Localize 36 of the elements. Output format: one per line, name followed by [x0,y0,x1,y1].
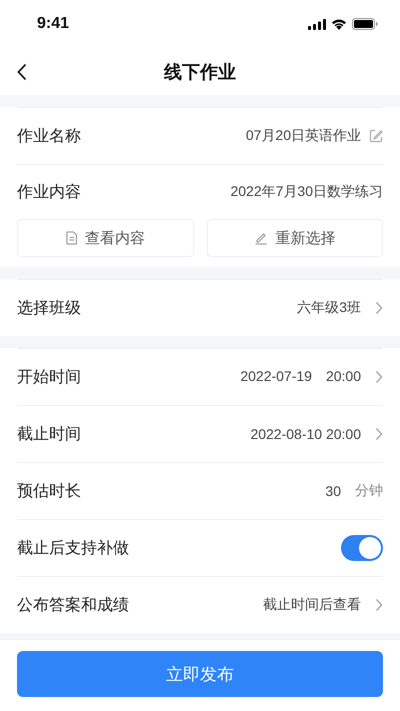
field-label: 截止时间 [17,424,82,444]
field-label: 公布答案和成绩 [17,595,130,616]
action-button[interactable]: 查看内容 [17,219,194,257]
field-label: 作业内容 [17,182,82,202]
page-title: 线下作业 [164,62,236,82]
signal-icon [308,18,326,30]
field-label: 选择班级 [17,298,82,318]
field-value: 2022-07-19 20:00 [240,368,361,386]
clock-time: 9:41 [37,15,70,33]
back-icon[interactable] [17,62,27,80]
field-value: 30 [325,483,341,499]
chevron-right-icon [375,301,383,315]
unit-label: 分钟 [355,482,383,500]
field-value: 2022年7月30日数学练习 [230,183,383,201]
chevron-right-icon [375,370,383,384]
list-row[interactable]: 公布答案和成绩 截止时间后查看 [17,576,383,633]
list-row[interactable]: 开始时间 2022-07-19 20:00 [17,348,383,405]
field-label: 预估时长 [17,482,82,502]
toggle-switch[interactable] [341,535,383,561]
chevron-right-icon [375,427,383,441]
chevron-right-icon [375,598,383,612]
field-value: 2022-08-10 20:00 [250,426,361,442]
document-icon [66,231,78,245]
field-value: 六年级3班 [297,299,361,317]
field-value: 截止时间后查看 [263,596,361,614]
field-value: 07月20日英语作业 [246,127,361,145]
field-label: 作业名称 [17,126,82,146]
action-button[interactable]: 重新选择 [206,219,383,257]
battery-icon [352,18,378,30]
field-label: 开始时间 [17,368,82,388]
edit-icon [369,129,383,143]
list-row[interactable]: 截止时间 2022-08-10 20:00 [17,405,383,462]
pencil-icon [254,231,268,245]
publish-button[interactable]: 立即发布 [17,651,383,697]
field-label: 截止后支持补做 [17,538,130,558]
wifi-icon [331,18,347,30]
